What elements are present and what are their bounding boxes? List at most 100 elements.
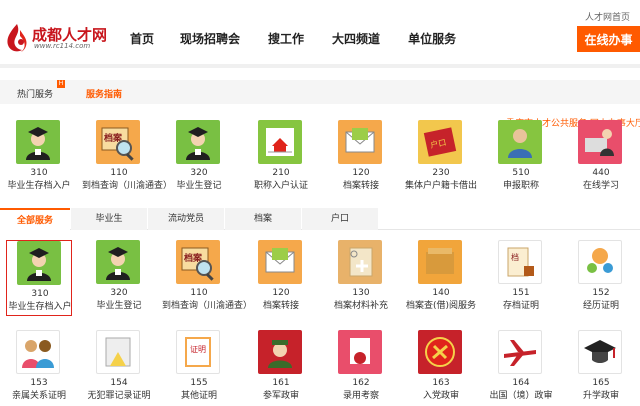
service-label: 到档查询（川渝通查） <box>82 181 173 191</box>
service-card-230[interactable]: 户口 230 集体户户籍卡借出 <box>405 120 477 196</box>
graduate-icon <box>96 240 140 284</box>
archive-search-icon: 档案 <box>176 240 220 284</box>
service-card-210[interactable]: 210 职称入户认证 <box>248 120 314 196</box>
service-card-164[interactable]: 164 出国（境）政审 <box>488 330 554 406</box>
service-card-320[interactable]: 320 毕业生登记 <box>166 120 232 196</box>
service-card-130[interactable]: 130 档案材料补充 <box>328 240 394 316</box>
person-icon <box>498 120 542 164</box>
service-code: 510 <box>512 168 530 178</box>
tab-archives[interactable]: 档案 <box>225 208 301 230</box>
service-label: 档案转接 <box>342 181 379 191</box>
service-label: 参军政审 <box>262 391 299 401</box>
family-icon <box>16 330 60 374</box>
graduation-cap-icon <box>578 330 622 374</box>
house-certify-icon <box>258 120 302 164</box>
service-label: 其他证明 <box>180 391 217 401</box>
service-label: 毕业生存档入户 <box>7 181 71 191</box>
service-code: 154 <box>110 378 128 388</box>
service-code: 210 <box>272 168 290 178</box>
service-label: 集体户户籍卡借出 <box>404 181 477 191</box>
section2-tab-bar: 全部服务 毕业生 流动党员 档案 户口 <box>0 208 640 230</box>
service-code: 165 <box>592 378 610 388</box>
site-header: 成都人才网 www.rc114.com 首页 现场招聘会 搜工作 大四频道 单位… <box>0 0 640 68</box>
service-code: 130 <box>352 288 370 298</box>
service-card-152[interactable]: 152 经历证明 <box>568 240 634 316</box>
site-logo[interactable]: 成都人才网 www.rc114.com <box>4 20 114 56</box>
service-card-153[interactable]: 153 亲属关系证明 <box>6 330 72 406</box>
graduate-icon <box>16 120 60 164</box>
service-card-440[interactable]: 440 在线学习 <box>568 120 634 196</box>
party-emblem-icon <box>418 330 462 374</box>
service-code: 110 <box>110 168 128 178</box>
service-label: 毕业生存档入户 <box>8 302 72 312</box>
home-link[interactable]: 人才网首页 <box>585 10 630 23</box>
service-code: 320 <box>110 288 128 298</box>
service-label: 录用考察 <box>342 391 379 401</box>
graduate-icon <box>176 120 220 164</box>
service-card-310[interactable]: 310 毕业生存档入户 <box>6 120 72 196</box>
service-card-120[interactable]: 120 档案转接 <box>248 240 314 316</box>
service-card-165[interactable]: 165 升学政审 <box>568 330 634 406</box>
service-label: 存档证明 <box>502 301 539 311</box>
service-code: 120 <box>272 288 290 298</box>
archive-search-icon: 档案 <box>96 120 140 164</box>
service-card-140[interactable]: 140 档案查(借)阅服务 <box>406 240 476 316</box>
service-code: 230 <box>432 168 450 178</box>
service-code: 155 <box>190 378 208 388</box>
nav-job-fair[interactable]: 现场招聘会 <box>180 30 240 47</box>
site-url: www.rc114.com <box>34 42 91 50</box>
service-card-310[interactable]: 310 毕业生存档入户 <box>6 240 72 316</box>
service-code: 120 <box>352 168 370 178</box>
service-code: 320 <box>190 168 208 178</box>
service-code: 153 <box>30 378 48 388</box>
nav-search-jobs[interactable]: 搜工作 <box>268 30 304 47</box>
service-label: 亲属关系证明 <box>11 391 66 401</box>
nav-senior-channel[interactable]: 大四频道 <box>332 30 380 47</box>
service-card-510[interactable]: 510 申报职称 <box>488 120 554 196</box>
service-code: 164 <box>512 378 530 388</box>
tab-household[interactable]: 户口 <box>302 208 378 230</box>
service-label: 档案转接 <box>262 301 299 311</box>
award-doc-icon <box>338 330 382 374</box>
service-code: 140 <box>432 288 450 298</box>
service-code: 110 <box>190 288 208 298</box>
service-code: 151 <box>512 288 530 298</box>
service-card-162[interactable]: 162 录用考察 <box>328 330 394 406</box>
service-card-155[interactable]: 证明 155 其他证明 <box>166 330 232 406</box>
household-book-icon: 户口 <box>418 120 462 164</box>
service-card-151[interactable]: 档 151 存档证明 <box>488 240 554 316</box>
service-card-163[interactable]: 163 入党政审 <box>408 330 474 406</box>
service-code: 162 <box>352 378 370 388</box>
logo-flame-icon <box>7 24 27 52</box>
nav-employer-services[interactable]: 单位服务 <box>408 30 456 47</box>
tab-all-services[interactable]: 全部服务 <box>0 208 70 230</box>
service-card-320[interactable]: 320 毕业生登记 <box>86 240 152 316</box>
online-services-button[interactable]: 在线办事 <box>577 26 640 52</box>
service-label: 职称入户认证 <box>253 181 308 191</box>
soldier-icon <box>258 330 302 374</box>
service-card-161[interactable]: 161 参军政审 <box>248 330 314 406</box>
tab-hot-services[interactable]: 热门服务 <box>17 87 53 100</box>
envelope-icon <box>338 120 382 164</box>
service-label: 经历证明 <box>582 301 619 311</box>
certificate-icon: 证明 <box>176 330 220 374</box>
service-label: 在线学习 <box>582 181 619 191</box>
service-card-120[interactable]: 120 档案转接 <box>328 120 394 196</box>
service-card-110[interactable]: 档案 110 到档查询（川渝通查） <box>82 120 172 196</box>
envelope-icon <box>258 240 302 284</box>
section1-tab-bar: 热门服务 服务指南 <box>0 80 640 104</box>
service-label: 档案查(借)阅服务 <box>405 301 477 311</box>
hot-badge: H <box>57 80 65 88</box>
tab-graduates[interactable]: 毕业生 <box>71 208 147 230</box>
nav-home[interactable]: 首页 <box>130 30 154 47</box>
document-stamp-icon: 档 <box>498 240 542 284</box>
service-label: 毕业生登记 <box>96 301 142 311</box>
tab-mobile-party-members[interactable]: 流动党员 <box>148 208 224 230</box>
service-label: 无犯罪记录证明 <box>87 391 151 401</box>
service-code: 152 <box>592 288 610 298</box>
service-code: 310 <box>30 168 48 178</box>
service-card-110[interactable]: 档案 110 到档查询（川渝通查） <box>162 240 252 316</box>
service-card-154[interactable]: 154 无犯罪记录证明 <box>86 330 152 406</box>
tab-service-guide[interactable]: 服务指南 <box>86 87 122 100</box>
online-study-icon <box>578 120 622 164</box>
